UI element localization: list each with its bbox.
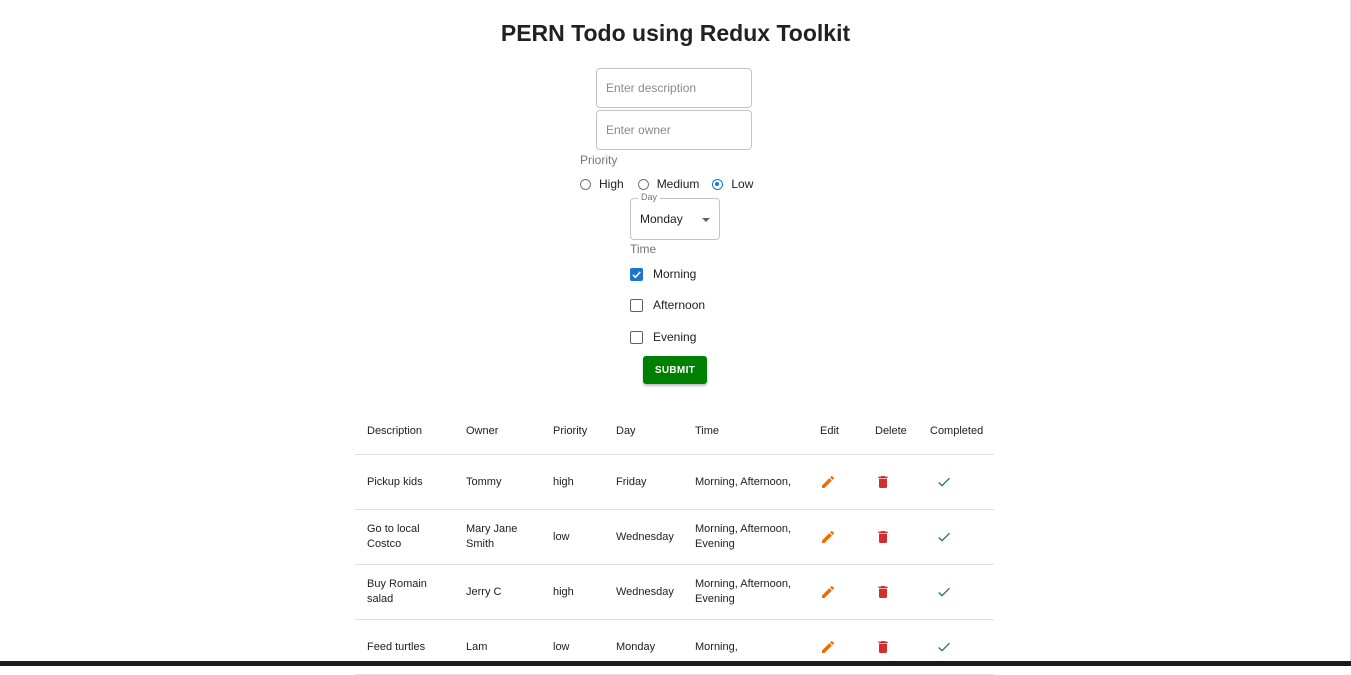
priority-high-label: High [599, 177, 624, 191]
priority-option-low[interactable]: Low [712, 177, 753, 191]
owner-input[interactable] [597, 111, 746, 149]
table-row: Feed turtles Lam low Monday Morning, [355, 620, 994, 675]
day-select-label: Day [638, 192, 661, 202]
header-delete: Delete [875, 425, 907, 437]
check-icon[interactable] [936, 474, 952, 490]
pencil-icon[interactable] [820, 474, 836, 490]
cell-priority: low [553, 530, 570, 543]
cell-priority: high [553, 475, 574, 488]
pencil-icon[interactable] [820, 529, 836, 545]
table-row: Pickup kids Tommy high Friday Morning, A… [355, 455, 994, 510]
header-owner: Owner [466, 425, 499, 437]
cell-owner: Tommy [466, 475, 502, 488]
todo-table: Description Owner Priority Day Time Edit… [355, 409, 994, 675]
cell-time: Morning, Afternoon, Evening [695, 578, 792, 605]
time-evening-label: Evening [653, 330, 697, 344]
check-icon[interactable] [936, 529, 952, 545]
checkbox-afternoon[interactable] [630, 298, 643, 312]
table-header-row: Description Owner Priority Day Time Edit… [355, 409, 994, 455]
table-row: Buy Romain salad Jerry C high Wednesday … [355, 565, 994, 620]
check-icon[interactable] [936, 584, 952, 600]
trash-icon[interactable] [875, 584, 891, 600]
time-label: Time [630, 242, 657, 256]
cell-owner: Mary Jane Smith [466, 523, 518, 550]
window-bottom-edge [0, 661, 1351, 666]
completed-button[interactable] [930, 565, 990, 619]
header-description: Description [367, 425, 423, 437]
trash-icon[interactable] [875, 474, 891, 490]
check-icon[interactable] [936, 639, 952, 655]
chevron-down-icon [702, 218, 710, 222]
description-input[interactable] [597, 69, 746, 107]
edit-button[interactable] [820, 455, 850, 509]
cell-time: Morning, Afternoon, [695, 475, 792, 488]
completed-button[interactable] [930, 455, 990, 509]
cell-day: Wednesday [616, 585, 674, 598]
pencil-icon[interactable] [820, 639, 836, 655]
delete-button[interactable] [875, 455, 911, 509]
day-select-value: Monday [640, 212, 683, 226]
time-afternoon-label: Afternoon [653, 298, 706, 312]
cell-day: Wednesday [616, 530, 674, 543]
edit-button[interactable] [820, 565, 850, 619]
day-select[interactable]: Day Monday [630, 192, 720, 240]
time-morning-label: Morning [653, 267, 697, 281]
header-time: Time [695, 425, 720, 437]
header-edit: Edit [820, 425, 839, 437]
delete-button[interactable] [875, 565, 911, 619]
cell-owner: Jerry C [466, 585, 502, 598]
cell-priority: high [553, 585, 574, 598]
page-title: PERN Todo using Redux Toolkit [500, 20, 851, 46]
cell-description: Pickup kids [367, 475, 423, 488]
time-option-afternoon[interactable]: Afternoon [630, 297, 705, 313]
trash-icon[interactable] [875, 639, 891, 655]
priority-option-high[interactable]: High [580, 177, 624, 191]
checkmark-icon [632, 270, 641, 278]
description-field[interactable] [596, 68, 752, 108]
pencil-icon[interactable] [820, 584, 836, 600]
checkbox-evening[interactable] [630, 330, 643, 344]
priority-medium-label: Medium [656, 177, 700, 191]
cell-day: Friday [616, 475, 647, 488]
header-day: Day [616, 425, 636, 437]
time-option-evening[interactable]: Evening [630, 329, 696, 345]
time-option-morning[interactable]: Morning [630, 266, 696, 282]
cell-description: Buy Romain salad [367, 578, 427, 605]
table-row: Go to local Costco Mary Jane Smith low W… [355, 510, 994, 565]
cell-description: Go to local Costco [367, 523, 420, 550]
header-completed: Completed [930, 425, 984, 437]
radio-high[interactable] [580, 178, 591, 190]
edit-button[interactable] [820, 510, 850, 564]
owner-field[interactable] [596, 110, 752, 150]
radio-low[interactable] [712, 178, 724, 190]
priority-radio-group: High Medium Low [580, 176, 753, 192]
trash-icon[interactable] [875, 529, 891, 545]
header-priority: Priority [553, 425, 588, 437]
cell-time: Morning, Afternoon, Evening [695, 523, 792, 550]
completed-button[interactable] [930, 510, 990, 564]
priority-low-label: Low [731, 177, 754, 191]
delete-button[interactable] [875, 510, 911, 564]
checkbox-morning[interactable] [630, 267, 643, 281]
radio-medium[interactable] [637, 178, 649, 190]
priority-label: Priority [580, 153, 618, 167]
priority-option-medium[interactable]: Medium [637, 177, 700, 191]
submit-button[interactable]: SUBMIT [643, 356, 707, 384]
